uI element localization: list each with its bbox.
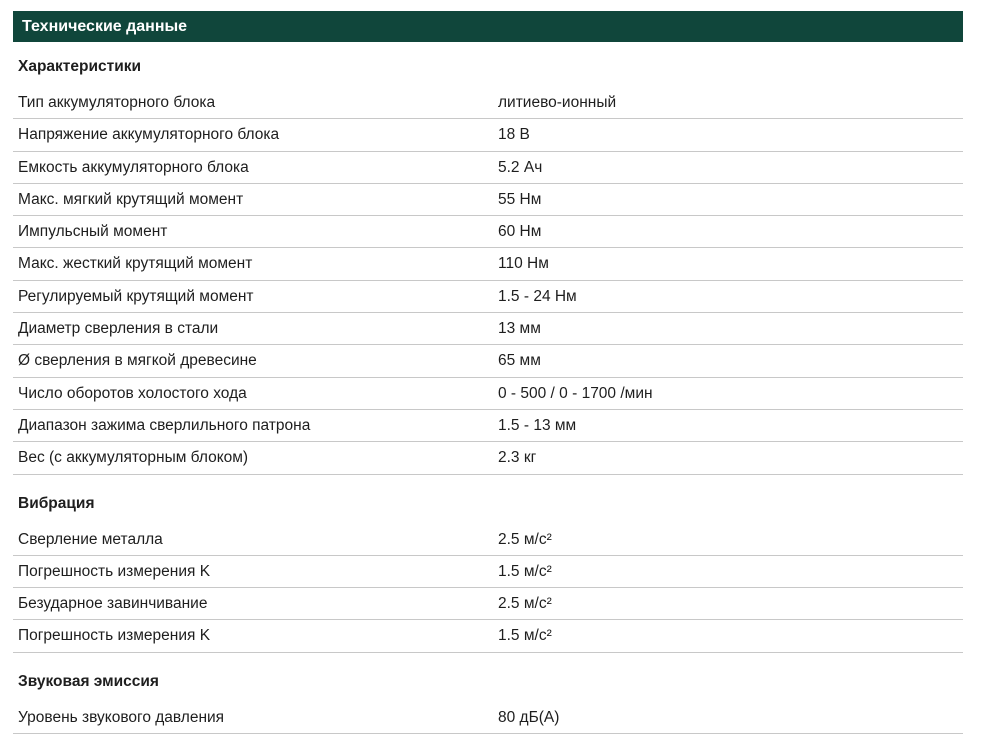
spec-label: Диаметр сверления в стали: [18, 320, 219, 338]
spec-row: Число оборотов холостого хода 0 - 500 / …: [13, 378, 963, 410]
spec-label: Ø сверления в мягкой древесине: [18, 352, 257, 370]
spec-value: 2.5 м/с²: [498, 595, 552, 613]
spec-label: Число оборотов холостого хода: [18, 384, 247, 402]
spec-value: 110 Нм: [498, 255, 549, 273]
spec-value: 65 мм: [498, 352, 541, 370]
spec-row: Импульсный момент 60 Нм: [13, 216, 963, 249]
spec-row: Сверление металла 2.5 м/с²: [13, 524, 963, 556]
spec-value: 1.5 м/с²: [498, 627, 552, 645]
spec-row: Тип аккумуляторного блока литиево-ионный: [13, 87, 963, 120]
spec-row: Напряжение аккумуляторного блока 18 В: [13, 119, 963, 152]
spec-value: 60 Нм: [498, 223, 542, 241]
section-title: Звуковая эмиссия: [18, 672, 159, 690]
spec-value: литиево-ионный: [498, 94, 617, 111]
spec-value: 13 мм: [498, 320, 541, 338]
spec-row: Макс. мягкий крутящий момент 55 Нм: [13, 184, 963, 217]
section-title: Вибрация: [18, 494, 95, 512]
spec-value: 18 В: [498, 126, 530, 144]
spec-label: Вес (с аккумуляторным блоком): [18, 449, 249, 467]
spec-label: Сверление металла: [18, 530, 163, 548]
spec-row: Погрешность измерения K 1.5 м/с²: [13, 620, 963, 653]
spec-value: 1.5 м/с²: [498, 562, 552, 580]
spec-label: Напряжение аккумуляторного блока: [18, 126, 280, 144]
spec-value: 2.5 м/с²: [498, 530, 552, 548]
spec-row: Уровень звукового давления 80 дБ(A): [13, 702, 963, 734]
section-sound-emission: Звуковая эмиссия Уровень звукового давле…: [13, 657, 963, 734]
spec-row: Погрешность измерения K 1.5 м/с²: [13, 556, 963, 589]
spec-label: Макс. жесткий крутящий момент: [18, 255, 253, 273]
spec-row: Емкость аккумуляторного блока 5.2 Ач: [13, 152, 963, 184]
spec-value: 2.3 кг: [498, 449, 537, 467]
spec-label: Погрешность измерения K: [18, 627, 211, 645]
spec-label: Безударное завинчивание: [18, 595, 208, 613]
spec-row: Диапазон зажима сверлильного патрона 1.5…: [13, 410, 963, 443]
spec-label: Уровень звукового давления: [18, 708, 225, 726]
panel-header: Технические данные: [13, 11, 963, 42]
spec-label: Тип аккумуляторного блока: [18, 94, 216, 111]
section-characteristics: Характеристики Тип аккумуляторного блока…: [13, 42, 963, 475]
spec-row: Регулируемый крутящий момент 1.5 - 24 Нм: [13, 281, 963, 314]
spec-row: Макс. жесткий крутящий момент 110 Нм: [13, 248, 963, 281]
spec-value: 1.5 - 13 мм: [498, 416, 577, 434]
spec-value: 80 дБ(A): [498, 708, 560, 726]
technical-data-panel: Технические данные Характеристики Тип ак…: [13, 11, 963, 734]
section-title: Характеристики: [18, 58, 142, 75]
spec-row: Ø сверления в мягкой древесине 65 мм: [13, 345, 963, 378]
spec-label: Погрешность измерения K: [18, 562, 211, 580]
spec-row: Безударное завинчивание 2.5 м/с²: [13, 588, 963, 621]
section-vibration: Вибрация Сверление металла 2.5 м/с² Погр…: [13, 479, 963, 653]
spec-label: Макс. мягкий крутящий момент: [18, 190, 244, 208]
spec-value: 5.2 Ач: [498, 158, 543, 176]
spec-value: 0 - 500 / 0 - 1700 /мин: [498, 384, 653, 402]
spec-label: Импульсный момент: [18, 223, 168, 241]
spec-value: 1.5 - 24 Нм: [498, 287, 577, 305]
spec-row: Вес (с аккумуляторным блоком) 2.3 кг: [13, 442, 963, 475]
spec-label: Емкость аккумуляторного блока: [18, 158, 249, 176]
spec-label: Диапазон зажима сверлильного патрона: [18, 416, 311, 434]
spec-label: Регулируемый крутящий момент: [18, 287, 254, 305]
spec-value: 55 Нм: [498, 190, 542, 208]
spec-row: Диаметр сверления в стали 13 мм: [13, 313, 963, 346]
